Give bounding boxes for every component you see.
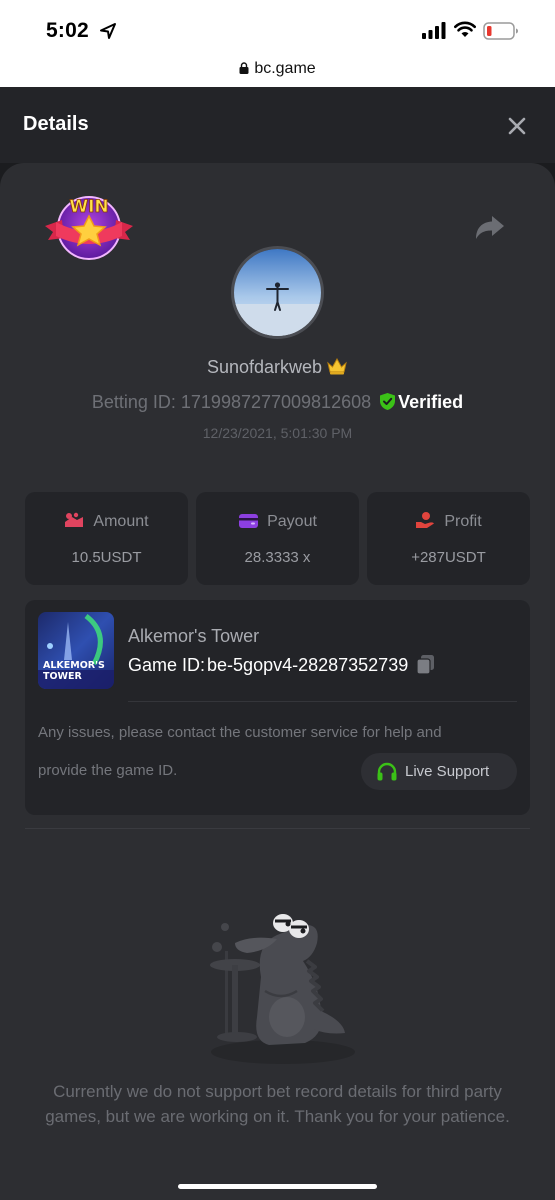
game-thumbnail-image: ALKEMOR'S TOWER [38, 612, 114, 689]
stat-card-payout: Payout 28.3333 x [196, 492, 359, 585]
wifi-icon [454, 21, 476, 37]
url-text: bc.game [254, 60, 316, 77]
section-divider [25, 828, 530, 829]
betting-id: Betting ID: 1719987277009812608 [91, 392, 372, 412]
stat-card-amount: Amount 10.5USDT [25, 492, 188, 585]
coins-icon [65, 512, 84, 527]
support-help-text-line2: provide the game ID. [38, 762, 178, 779]
game-thumb-title-2: TOWER [43, 671, 83, 682]
stat-value-payout: 28.3333 x [244, 549, 311, 566]
verified-shield-icon [380, 393, 396, 410]
lock-icon [239, 62, 249, 74]
stat-label-payout: Payout [267, 513, 317, 530]
home-indicator[interactable] [178, 1184, 377, 1189]
crocodile-mascot-illustration [210, 914, 355, 1064]
browser-url-bar[interactable]: bc.game [0, 58, 555, 87]
game-thumb-title-1: ALKEMOR'S [43, 660, 105, 671]
game-info-card: ALKEMOR'S TOWER Alkemor's Tower Game ID:… [25, 600, 530, 815]
live-support-button[interactable]: Live Support [361, 753, 517, 790]
username: Sunofdarkweb [206, 357, 323, 377]
page-title: Details [23, 113, 89, 135]
status-time: 5:02 [46, 19, 89, 42]
location-arrow-icon [100, 23, 116, 39]
close-icon[interactable] [502, 111, 532, 141]
copy-icon[interactable] [416, 654, 435, 675]
betting-id-row: Betting ID: 1719987277009812608 Verified [0, 392, 555, 413]
support-help-text-line1: Any issues, please contact the customer … [38, 724, 442, 741]
stat-label-amount: Amount [93, 513, 149, 530]
avatar[interactable] [231, 246, 324, 339]
wallet-icon [239, 514, 259, 528]
headset-icon [377, 762, 397, 781]
battery-icon [483, 22, 518, 40]
username-row: Sunofdarkweb [0, 357, 555, 378]
game-id-row: Game ID: be-5gopv4-28287352739 [128, 654, 435, 676]
game-id-label: Game ID: [128, 655, 206, 675]
signal-icon [422, 22, 446, 39]
third-party-notice: Currently we do not support bet record d… [45, 1082, 510, 1126]
stat-value-amount: 10.5USDT [71, 549, 142, 566]
win-badge-text: WIN [69, 197, 108, 217]
bet-timestamp: 12/23/2021, 5:01:30 PM [202, 425, 353, 441]
share-icon[interactable] [474, 214, 506, 242]
ios-status-bar: 5:02 [0, 0, 555, 58]
verified-label: Verified [398, 392, 464, 412]
stat-card-profit: Profit +287USDT [367, 492, 530, 585]
details-header: Details [0, 87, 555, 163]
game-name: Alkemor's Tower [128, 626, 260, 646]
game-id-value: be-5gopv4-28287352739 [207, 655, 409, 675]
crown-icon [327, 357, 347, 375]
game-card-divider [128, 701, 517, 702]
win-badge-icon: WIN [45, 196, 133, 260]
live-support-label: Live Support [405, 763, 490, 780]
game-thumbnail[interactable]: ALKEMOR'S TOWER [38, 612, 114, 689]
hand-coin-icon [416, 512, 435, 528]
stat-label-profit: Profit [444, 513, 482, 530]
stat-value-profit: +287USDT [411, 549, 486, 566]
avatar-image [234, 249, 321, 336]
